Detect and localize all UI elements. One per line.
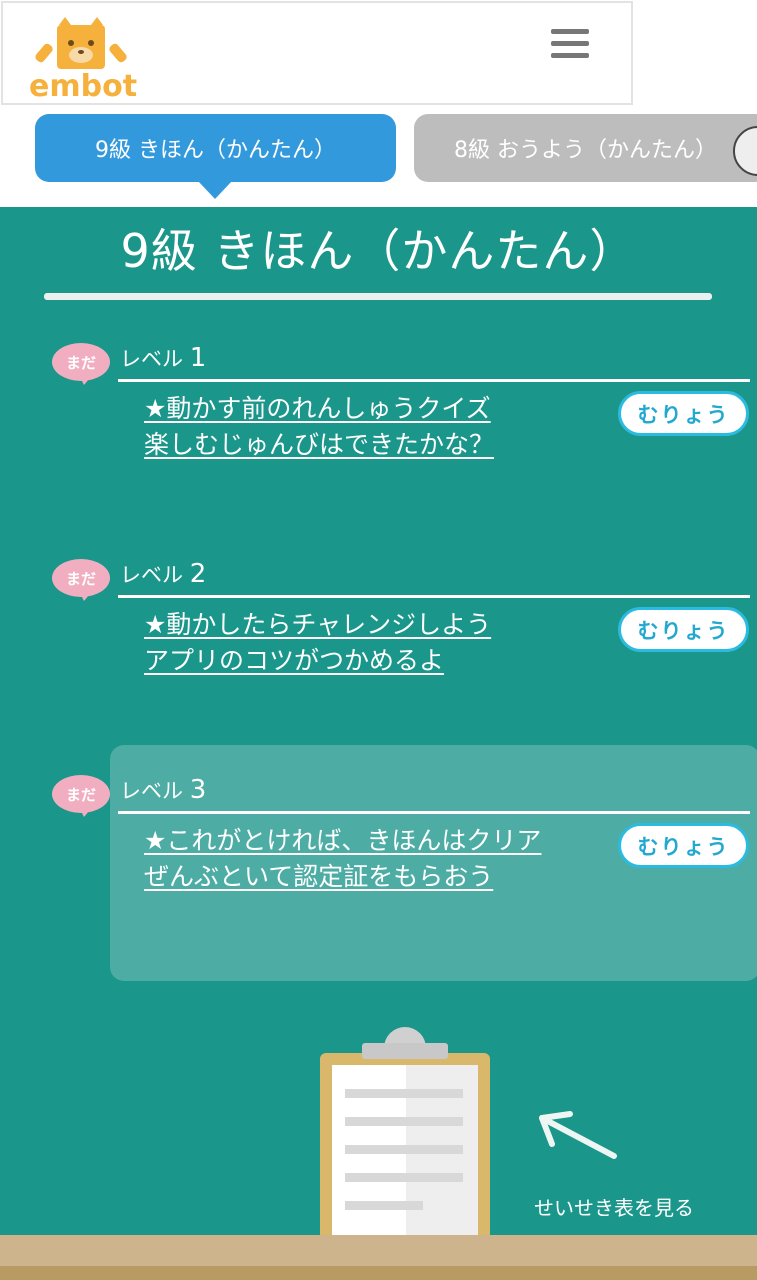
course-title: 9級 きほん（かんたん） <box>120 224 637 278</box>
hamburger-menu-button[interactable] <box>551 29 595 69</box>
tab-8kyu-ouyou[interactable]: 8級 おうよう（かんたん） <box>414 114 757 182</box>
free-badge[interactable]: むりょう <box>618 823 749 868</box>
hamburger-menu-icon-bar <box>551 53 589 58</box>
level-number: 1 <box>189 343 207 373</box>
chalk-underline <box>44 293 712 300</box>
level-divider <box>118 379 750 382</box>
hamburger-menu-icon-bar <box>551 41 589 46</box>
level-link-line: 楽しむじゅんびはできたかな？ <box>144 430 495 459</box>
hamburger-menu-icon <box>551 29 589 34</box>
paper-line <box>345 1089 463 1098</box>
paper-line <box>345 1201 423 1210</box>
level-label-text: レベル <box>120 563 183 587</box>
paper-line <box>345 1117 463 1126</box>
status-badge: まだ <box>52 775 110 817</box>
level-link-line: ぜんぶといて認定証をもらおう <box>144 862 494 891</box>
active-tab-pointer <box>198 181 232 199</box>
level-label: レベル 3 <box>120 775 206 805</box>
level-link-line: ★動かす前のれんしゅうクイズ <box>144 394 491 423</box>
free-badge[interactable]: むりょう <box>618 391 749 436</box>
report-clipboard-icon[interactable] <box>320 1027 490 1243</box>
free-badge[interactable]: むりょう <box>618 607 749 652</box>
clipboard-paper <box>332 1065 478 1237</box>
logo-text: embot <box>29 69 138 104</box>
embot-robot-icon <box>35 17 127 69</box>
site-header: embot <box>1 1 633 105</box>
level-divider <box>118 595 750 598</box>
status-badge: まだ <box>52 559 110 601</box>
clipboard-clip <box>362 1043 448 1059</box>
level-number: 2 <box>189 559 207 589</box>
level-label: レベル 1 <box>120 343 206 373</box>
level-2-link[interactable]: ★動かしたらチャレンジしよう アプリのコツがつかめるよ <box>144 607 554 679</box>
paper-line <box>345 1145 463 1154</box>
level-link-line: アプリのコツがつかめるよ <box>144 646 445 675</box>
level-label-text: レベル <box>120 347 183 371</box>
level-label: レベル 2 <box>120 559 206 589</box>
status-badge: まだ <box>52 343 110 385</box>
paper-line <box>345 1173 463 1182</box>
level-3-link[interactable]: ★これがとければ、きほんはクリア ぜんぶといて認定証をもらおう <box>144 823 554 895</box>
level-label-text: レベル <box>120 779 183 803</box>
chalk-arrow-icon <box>539 1111 617 1159</box>
tab-9kyu-kihon[interactable]: 9級 きほん（かんたん） <box>35 114 396 182</box>
level-link-line: ★動かしたらチャレンジしよう <box>144 610 492 639</box>
floor-edge <box>0 1266 757 1280</box>
level-number: 3 <box>189 775 207 805</box>
view-report-link[interactable]: せいせき表を見る <box>534 1192 694 1221</box>
embot-logo[interactable]: embot <box>27 17 138 104</box>
level-link-line: ★これがとければ、きほんはクリア <box>144 826 542 855</box>
level-1-link[interactable]: ★動かす前のれんしゅうクイズ 楽しむじゅんびはできたかな？ <box>144 391 554 463</box>
level-divider <box>118 811 750 814</box>
